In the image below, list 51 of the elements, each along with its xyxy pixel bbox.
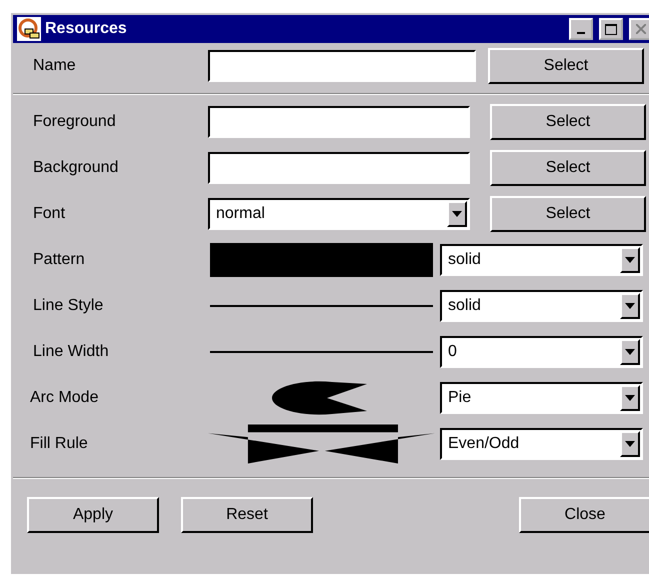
field-label: Font	[33, 205, 66, 223]
dropdown[interactable]: 0	[440, 336, 643, 368]
field-label: Name	[33, 57, 77, 75]
action-button[interactable]: Apply	[27, 497, 159, 533]
select-button[interactable]: Select	[490, 196, 646, 232]
dropdown[interactable]: Pie	[440, 382, 643, 414]
field-label: Line Style	[33, 297, 104, 315]
name-field[interactable]	[208, 50, 476, 82]
field-label: Foreground	[33, 113, 117, 131]
close-icon	[636, 24, 646, 34]
select-button[interactable]: Select	[490, 104, 646, 140]
dropdown-value: 0	[447, 343, 458, 361]
dropdown-value: Even/Odd	[447, 435, 520, 453]
dropdown-value: Pie	[447, 389, 472, 407]
dropdown-arrow-button[interactable]	[620, 247, 640, 273]
field-label: Background	[33, 159, 120, 177]
window-title: Resources	[45, 20, 128, 38]
caret-icon	[625, 303, 635, 309]
dropdown[interactable]: solid	[440, 244, 643, 276]
input-field[interactable]	[208, 152, 470, 184]
maximize-icon	[605, 24, 617, 34]
field-label: Fill Rule	[30, 435, 89, 453]
action-button[interactable]: Reset	[181, 497, 313, 533]
caret-icon	[625, 395, 635, 401]
dropdown-arrow-button[interactable]	[620, 385, 640, 411]
app-icon	[17, 17, 41, 41]
input-field[interactable]	[208, 106, 470, 138]
close-dialog-button[interactable]: Close	[519, 497, 649, 533]
minimize-icon	[577, 32, 585, 34]
dropdown-arrow-button[interactable]	[447, 201, 467, 227]
dropdown-value: solid	[447, 251, 482, 269]
select-button[interactable]: Select	[490, 150, 646, 186]
dropdown[interactable]: normal	[208, 198, 470, 230]
maximize-button[interactable]	[599, 18, 623, 40]
dropdown-value: solid	[447, 297, 482, 315]
select-button[interactable]: Select	[488, 48, 644, 84]
dropdown[interactable]: Even/Odd	[440, 428, 643, 460]
close-button[interactable]	[629, 18, 649, 40]
caret-icon	[625, 349, 635, 355]
dropdown-arrow-button[interactable]	[620, 431, 640, 457]
field-label: Pattern	[33, 251, 86, 269]
dropdown[interactable]: solid	[440, 290, 643, 322]
dropdown-arrow-button[interactable]	[620, 293, 640, 319]
dropdown-value: normal	[215, 205, 266, 223]
caret-icon	[625, 441, 635, 447]
dropdown-arrow-button[interactable]	[620, 339, 640, 365]
field-label: Line Width	[33, 343, 110, 361]
caret-icon	[625, 257, 635, 263]
field-label: Arc Mode	[30, 389, 100, 407]
minimize-button[interactable]	[569, 18, 593, 40]
caret-icon	[452, 211, 462, 217]
